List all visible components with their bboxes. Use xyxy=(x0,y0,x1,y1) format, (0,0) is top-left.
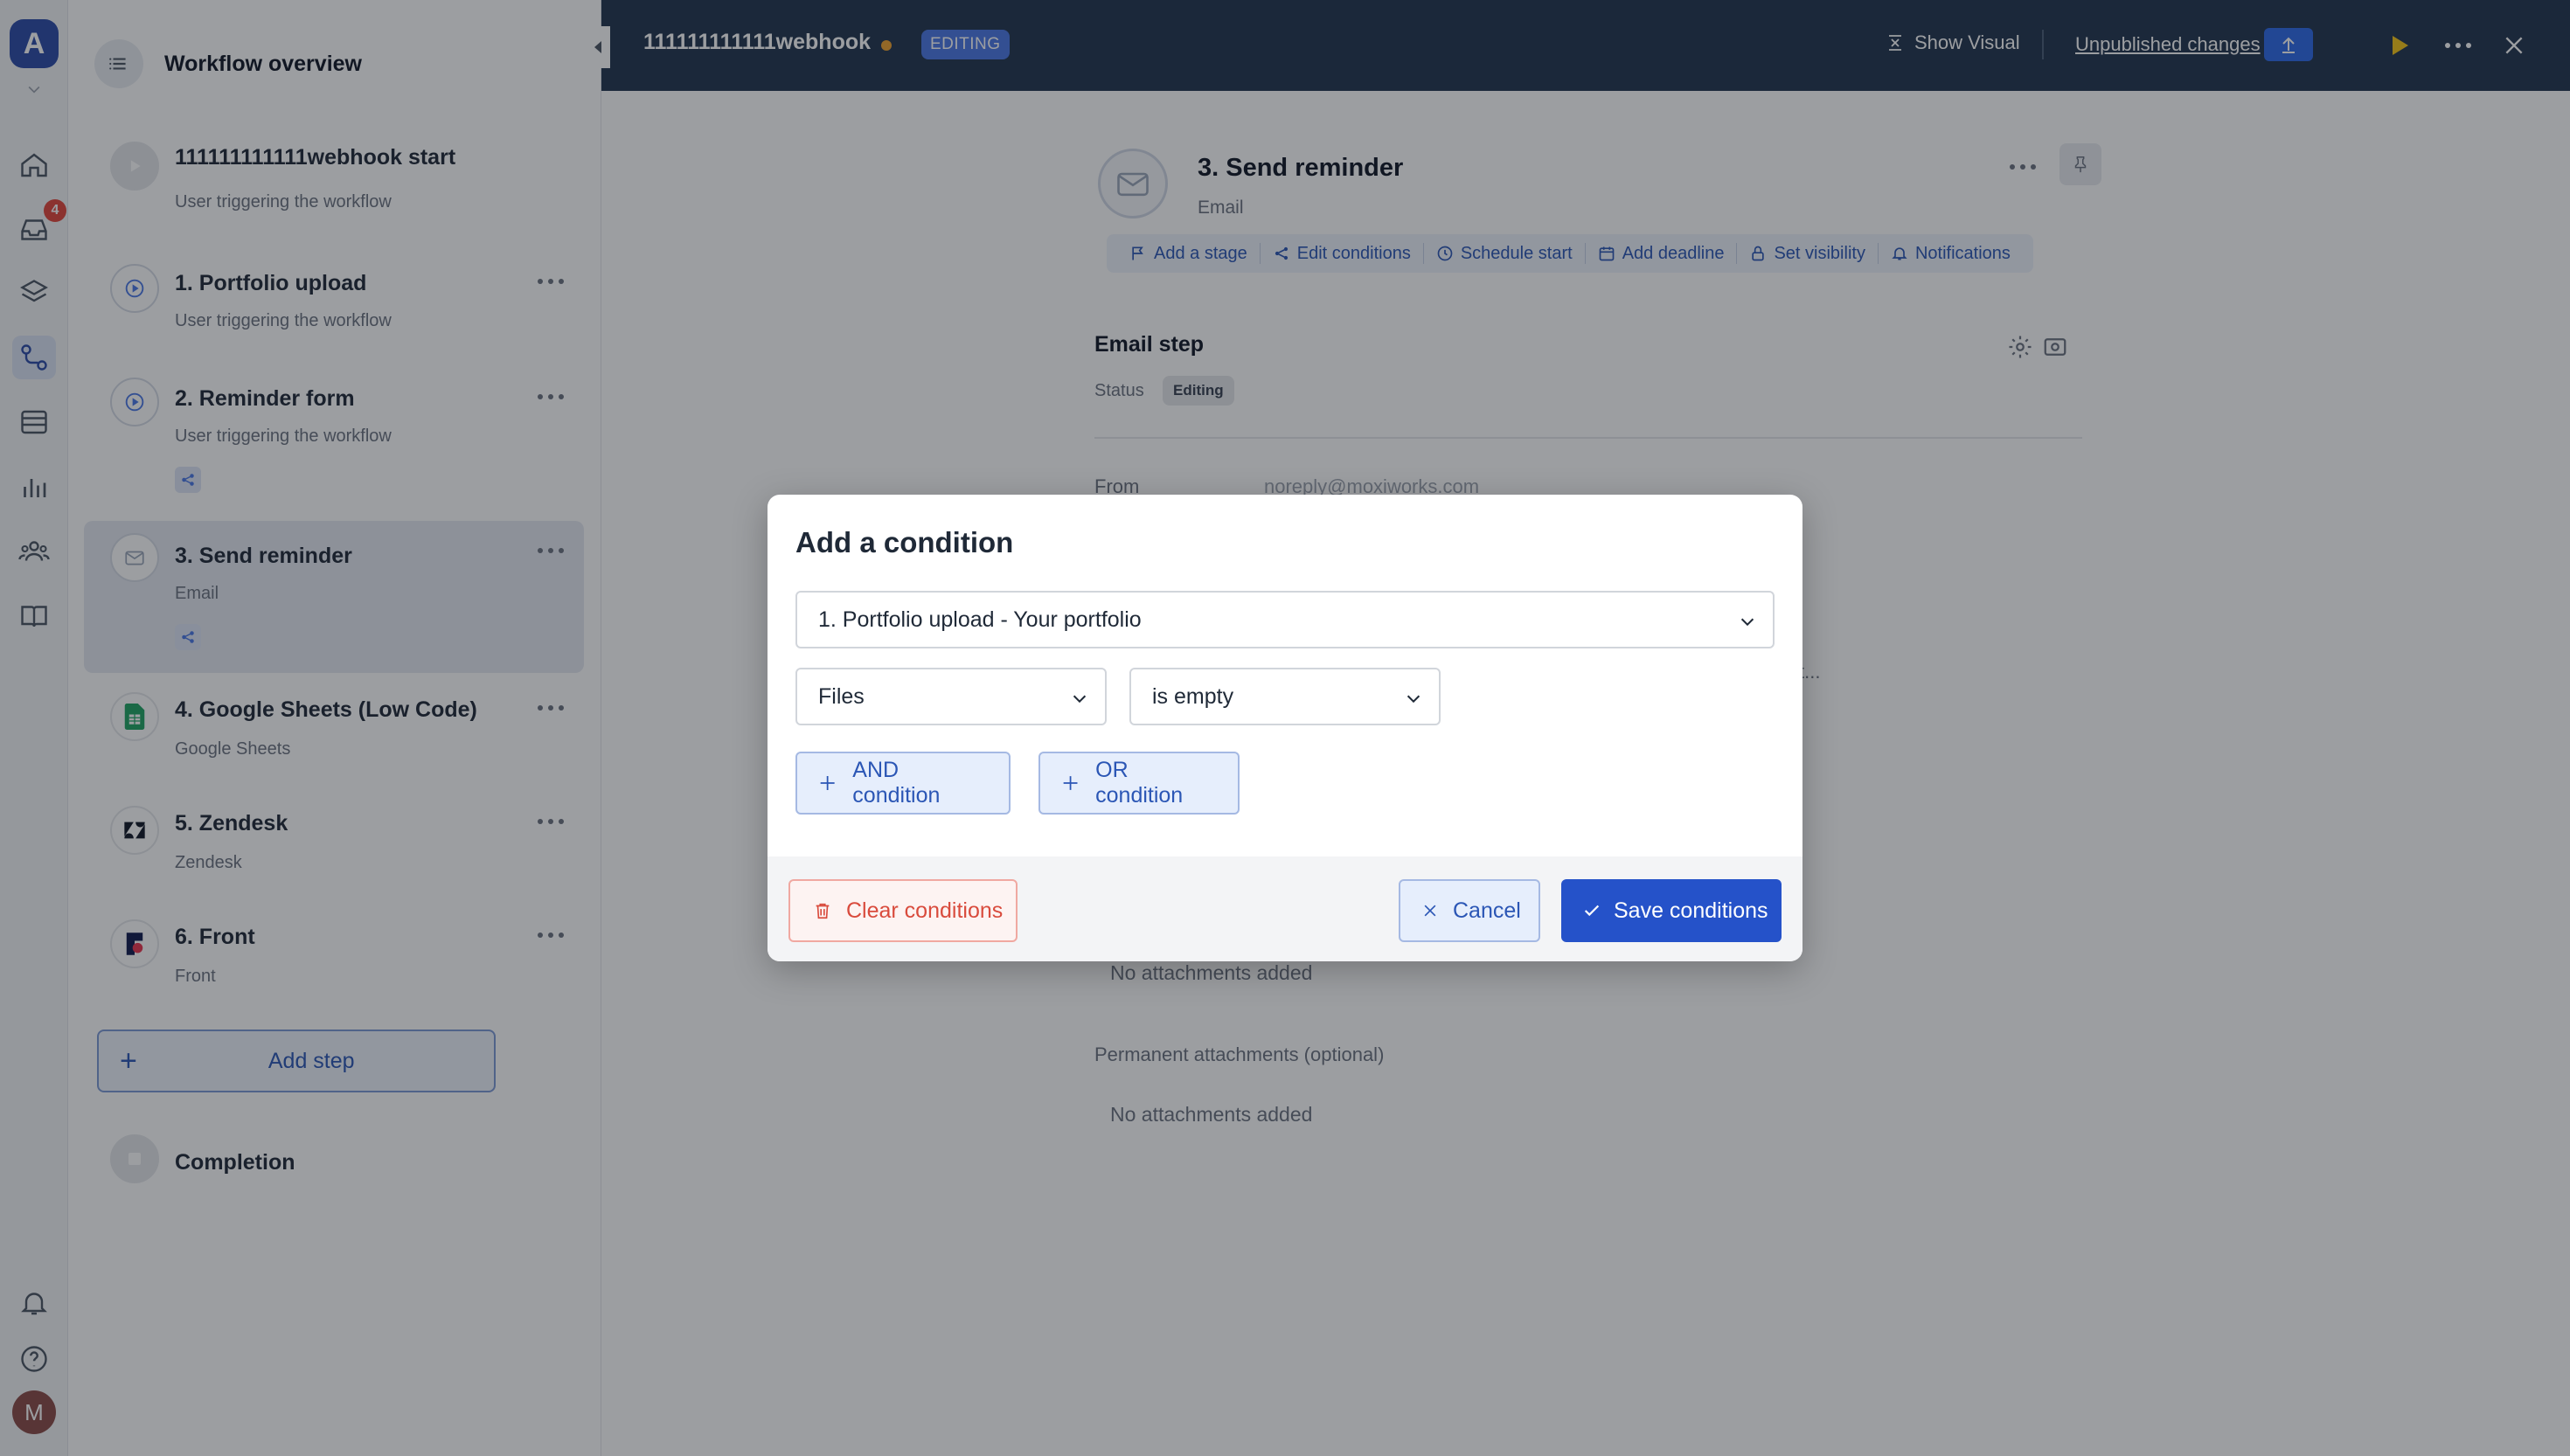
check-icon xyxy=(1584,905,1600,917)
plus-icon xyxy=(820,776,835,790)
condition-field-select[interactable]: Files xyxy=(795,668,1107,725)
and-condition-button[interactable]: AND condition xyxy=(795,752,1011,815)
or-condition-button[interactable]: OR condition xyxy=(1038,752,1240,815)
condition-source-value: 1. Portfolio upload - Your portfolio xyxy=(818,607,1142,632)
add-condition-dialog: Add a condition 1. Portfolio upload - Yo… xyxy=(768,495,1802,961)
cancel-label: Cancel xyxy=(1453,898,1521,923)
condition-source-select[interactable]: 1. Portfolio upload - Your portfolio xyxy=(795,591,1775,648)
and-condition-label: AND condition xyxy=(852,758,941,808)
chevron-down-icon xyxy=(1407,695,1420,704)
clear-conditions-button[interactable]: Clear conditions xyxy=(788,879,1018,942)
save-conditions-label: Save conditions xyxy=(1614,898,1768,923)
condition-field-value: Files xyxy=(818,683,865,709)
condition-operator-value: is empty xyxy=(1152,683,1234,709)
chevron-down-icon xyxy=(1073,695,1087,704)
trash-icon xyxy=(816,903,830,919)
save-conditions-button[interactable]: Save conditions xyxy=(1561,879,1782,942)
or-condition-label: OR condition xyxy=(1095,758,1184,808)
clear-conditions-label: Clear conditions xyxy=(846,898,1004,923)
dialog-title: Add a condition xyxy=(795,526,1014,558)
condition-operator-select[interactable]: is empty xyxy=(1129,668,1441,725)
close-icon xyxy=(1424,905,1436,917)
chevron-down-icon xyxy=(1740,618,1754,627)
plus-icon xyxy=(1063,776,1078,790)
cancel-button[interactable]: Cancel xyxy=(1399,879,1540,942)
